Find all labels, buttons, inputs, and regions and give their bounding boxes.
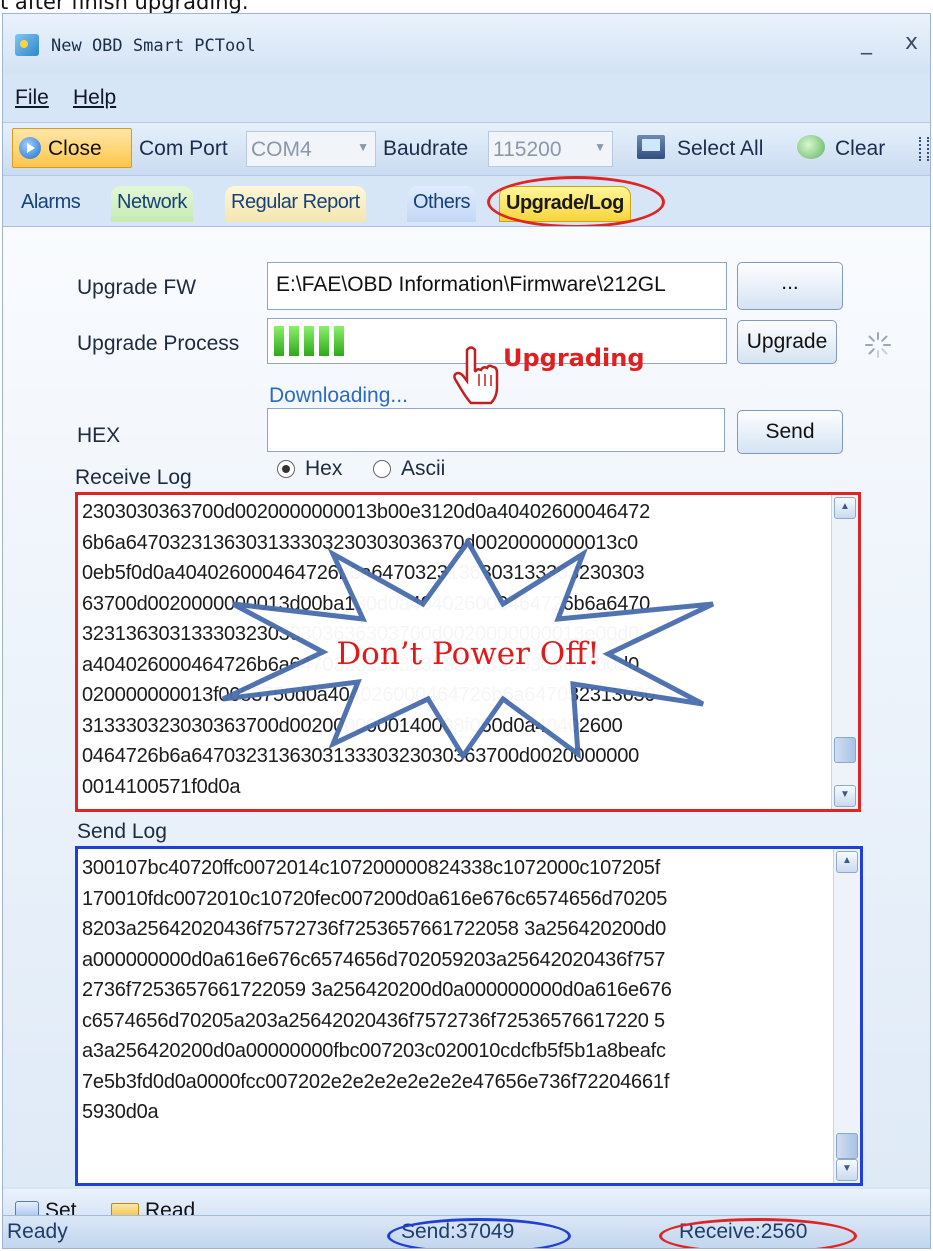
- hex-label: HEX: [77, 424, 121, 447]
- progress-block: [334, 326, 344, 356]
- warning-starburst-icon: Don’t Power Off!: [221, 537, 715, 761]
- com-port-value: COM4: [251, 138, 312, 161]
- progress-block: [289, 326, 299, 356]
- baudrate-value: 115200: [493, 138, 562, 161]
- ascii-radio[interactable]: [373, 460, 391, 478]
- toolbar-overflow-icon[interactable]: [919, 137, 929, 161]
- hex-radio[interactable]: [277, 460, 295, 478]
- window-title: New OBD Smart PCTool: [51, 36, 256, 56]
- hex-radio-label: Hex: [305, 457, 343, 480]
- menu-help[interactable]: Help: [73, 86, 116, 110]
- status-ready: Ready: [7, 1220, 68, 1243]
- active-tab-highlight: [487, 176, 665, 228]
- title-bar: New OBD Smart PCTool _ x: [3, 14, 930, 74]
- receive-log-scrollbar[interactable]: ▲ ▼: [831, 495, 858, 809]
- send-button[interactable]: Send: [737, 410, 843, 454]
- send-log-line: 300107bc40720ffc0072014c107200000824338c…: [82, 857, 661, 879]
- upgrade-fw-path: E:\FAE\OBD Information\Firmware\212GL: [276, 273, 666, 296]
- toolbar: Close Com Port COM4 ▼ Baudrate 115200 ▼ …: [3, 122, 930, 176]
- send-log-line: c6574656d70205a203a25642020436f7572736f7…: [82, 1009, 665, 1032]
- com-port-label: Com Port: [139, 137, 228, 160]
- send-log-label: Send Log: [77, 820, 167, 843]
- send-log-line: 7e5b3fd0d0a0000fcc007202e2e2e2e2e2e2e476…: [82, 1070, 670, 1093]
- page-caption: t after finish upgrading.: [0, 0, 249, 14]
- select-all-button[interactable]: Select All: [635, 123, 785, 175]
- receive-count-highlight: [659, 1218, 857, 1248]
- chevron-down-icon: ▼: [594, 140, 606, 154]
- scroll-thumb[interactable]: [836, 1133, 858, 1159]
- hand-cursor-icon: [453, 346, 499, 405]
- receive-log-line: 2303030363700d0020000000013b00e3120d0a40…: [82, 501, 650, 523]
- upgrade-fw-path-field[interactable]: E:\FAE\OBD Information\Firmware\212GL: [267, 262, 727, 310]
- tab-network[interactable]: Network: [111, 186, 193, 222]
- send-log-line: 8203a25642020436f7572736f725365766172205…: [82, 918, 667, 940]
- send-log-text: 300107bc40720ffc0072014c107200000824338c…: [82, 853, 830, 1128]
- app-window: New OBD Smart PCTool _ x File Help Close…: [2, 13, 931, 1249]
- menu-file-label: File: [15, 86, 49, 109]
- progress-block: [319, 326, 329, 356]
- send-log-line: 5930d0a: [82, 1101, 159, 1123]
- send-log-line: a000000000d0a616e676c6574656d702059203a2…: [82, 948, 666, 971]
- menu-help-label: Help: [73, 86, 117, 109]
- baudrate-select[interactable]: 115200 ▼: [488, 131, 613, 167]
- scroll-up-icon[interactable]: ▲: [836, 851, 858, 873]
- minimize-button[interactable]: _: [861, 30, 872, 55]
- close-port-label: Close: [48, 137, 102, 160]
- ascii-radio-label: Ascii: [401, 457, 446, 480]
- hex-input[interactable]: [267, 408, 725, 452]
- browse-button[interactable]: ...: [737, 262, 843, 310]
- menu-file[interactable]: File: [15, 86, 49, 110]
- baudrate-label: Baudrate: [383, 137, 469, 160]
- com-port-select[interactable]: COM4 ▼: [246, 131, 376, 167]
- close-window-button[interactable]: x: [905, 30, 918, 55]
- upgrade-button[interactable]: Upgrade: [737, 320, 837, 364]
- upgrading-annotation: Upgrading: [503, 344, 645, 372]
- tab-bar: Alarms Network Regular Report Others Upg…: [3, 174, 930, 228]
- play-icon: [19, 137, 41, 159]
- chevron-down-icon: ▼: [357, 140, 369, 154]
- send-log-line: 170010fdc0072010c10720fec007200d0a616e67…: [82, 887, 668, 910]
- receive-log-line: 0014100571f0d0a: [82, 775, 241, 798]
- menu-bar: File Help: [3, 80, 930, 116]
- upgrade-status-text: Downloading...: [269, 384, 408, 407]
- dont-power-off-text: Don’t Power Off!: [336, 636, 599, 672]
- scroll-down-icon[interactable]: ▼: [836, 1159, 858, 1181]
- clear-label: Clear: [835, 137, 886, 160]
- upgrade-fw-label: Upgrade FW: [77, 276, 197, 299]
- upgrade-process-label: Upgrade Process: [77, 332, 240, 355]
- scroll-down-icon[interactable]: ▼: [834, 785, 856, 807]
- tab-alarms[interactable]: Alarms: [15, 186, 86, 222]
- tab-regular-report[interactable]: Regular Report: [225, 186, 366, 222]
- select-all-label: Select All: [677, 137, 764, 160]
- send-log-line: a3a256420200d0a00000000fbc007203c020010c…: [82, 1040, 666, 1062]
- receive-log-label: Receive Log: [75, 466, 192, 489]
- monitor-icon: [637, 135, 665, 159]
- progress-block: [274, 326, 284, 356]
- send-log-scrollbar[interactable]: ▲ ▼: [833, 849, 860, 1183]
- close-port-button[interactable]: Close: [12, 128, 132, 168]
- clear-button[interactable]: Clear: [795, 123, 905, 175]
- progress-block: [304, 326, 314, 356]
- app-icon: [15, 34, 39, 56]
- scroll-up-icon[interactable]: ▲: [834, 497, 856, 519]
- clear-icon: [797, 135, 825, 159]
- spinner-icon: [865, 332, 891, 358]
- send-log[interactable]: 300107bc40720ffc0072014c107200000824338c…: [75, 846, 863, 1186]
- send-log-line: 2736f7253657661722059 3a256420200d0a0000…: [82, 979, 672, 1001]
- send-count-highlight: [387, 1218, 571, 1248]
- tab-others[interactable]: Others: [407, 186, 477, 222]
- scroll-thumb[interactable]: [834, 737, 856, 763]
